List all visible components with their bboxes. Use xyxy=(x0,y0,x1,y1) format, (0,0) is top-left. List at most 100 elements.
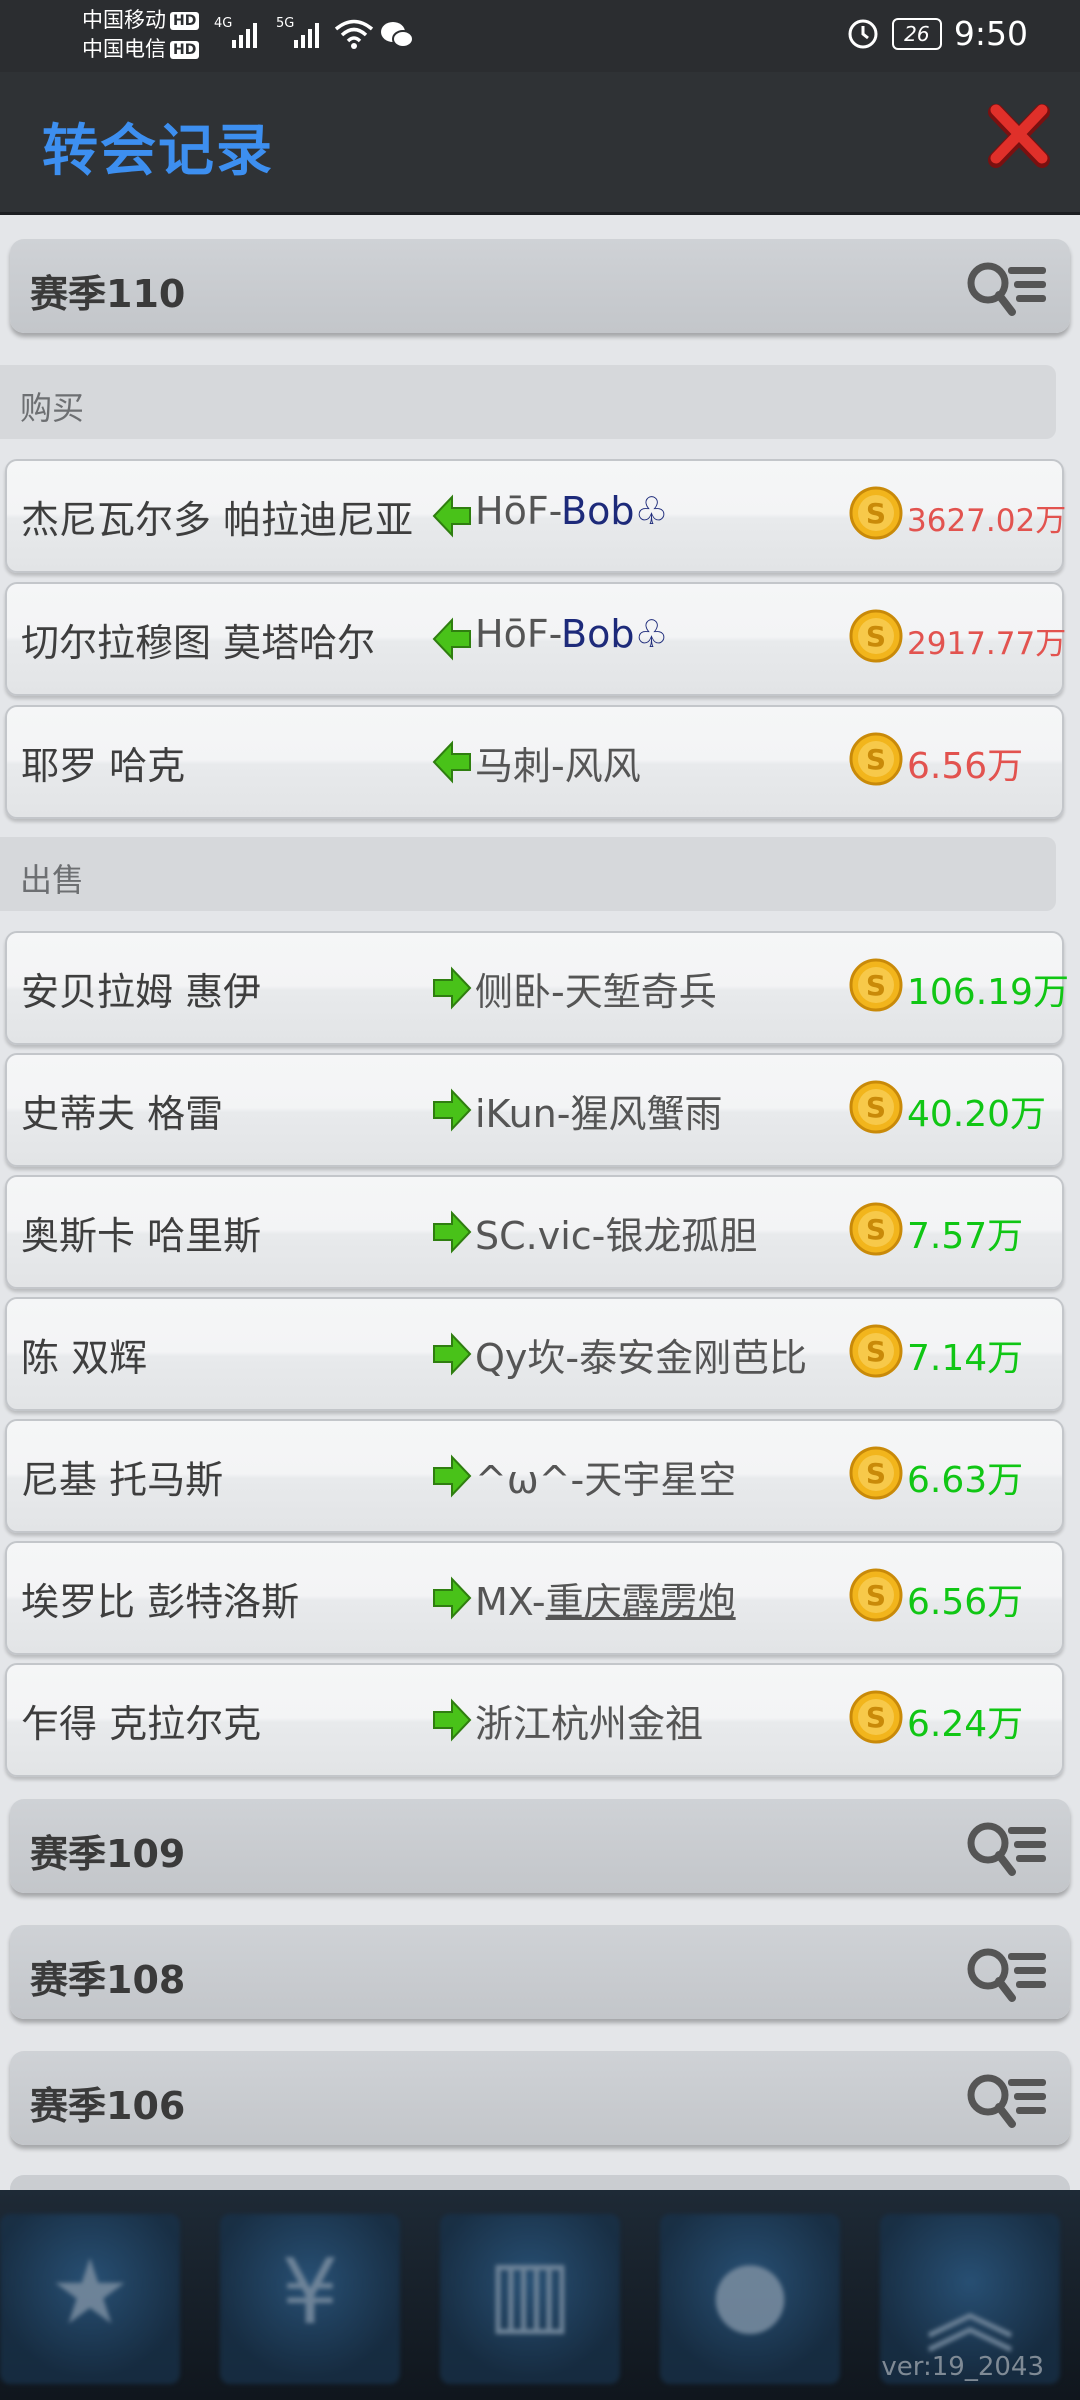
transfer-amount: 6.56万 xyxy=(907,1582,1024,1623)
transfer-row[interactable]: 耶罗 哈克 马刺-风风 S 6.56万 xyxy=(5,705,1064,819)
club-name: SC.vic-银龙孤胆 xyxy=(475,1214,758,1258)
svg-text:S: S xyxy=(866,620,886,653)
season-header-partial[interactable] xyxy=(10,2175,1070,2190)
club-name: Qy坎-泰安金刚芭比 xyxy=(475,1336,808,1380)
section-header-buy: 购买 xyxy=(0,365,1056,439)
wechat-icon xyxy=(381,22,414,48)
title-bar: 转会记录 xyxy=(0,72,1080,215)
transfer-row[interactable]: 切尔拉穆图 莫塔哈尔 HōF-Bob♧ S 2917.77万 xyxy=(5,582,1066,696)
transfer-row[interactable]: 埃罗比 彭特洛斯 MX-重庆霹雳炮 S 6.56万 xyxy=(5,1541,1064,1655)
transfer-row[interactable]: 奥斯卡 哈里斯 SC.vic-银龙孤胆 S 7.57万 xyxy=(5,1175,1064,1289)
coin-icon: S xyxy=(849,1324,903,1378)
arrow-right-icon xyxy=(433,1576,472,1620)
transfer-row[interactable]: 陈 双辉 Qy坎-泰安金刚芭比 S 7.14万 xyxy=(5,1297,1064,1411)
club-name: iKun-猩风蟹雨 xyxy=(475,1092,723,1136)
transfer-row[interactable]: 史蒂夫 格雷 iKun-猩风蟹雨 S 40.20万 xyxy=(5,1053,1064,1167)
player-name: 杰尼瓦尔多 帕拉迪尼亚 xyxy=(21,498,414,542)
chat-icon: ● xyxy=(710,2240,790,2345)
player-name: 耶罗 哈克 xyxy=(21,744,186,788)
nav-chat-button[interactable]: ● xyxy=(660,2214,840,2384)
season-label: 赛季109 xyxy=(30,1832,186,1876)
player-name: 埃罗比 彭特洛斯 xyxy=(21,1580,300,1624)
svg-text:S: S xyxy=(866,743,886,776)
search-list-icon[interactable] xyxy=(964,1943,1050,2005)
search-list-icon[interactable] xyxy=(964,1817,1050,1879)
svg-text:S: S xyxy=(866,1701,886,1734)
building-icon: ▥ xyxy=(487,2240,573,2345)
version-label: ver:19_2043 xyxy=(881,2352,1044,2382)
section-label: 购买 xyxy=(20,389,85,427)
season-header[interactable]: 赛季106 xyxy=(10,2051,1070,2145)
club-name: HōF-Bob♧ xyxy=(475,489,669,533)
nav-building-button[interactable]: ▥ xyxy=(440,2214,620,2384)
coin-icon: S xyxy=(849,486,903,540)
status-bar: 中国移动 HD 中国电信 HD 4G 5G 26 9:50 xyxy=(0,0,1080,72)
network-type-1: 4G xyxy=(214,16,233,31)
search-list-icon[interactable] xyxy=(964,257,1050,319)
network-type-2: 5G xyxy=(276,16,295,31)
yen-icon: ¥ xyxy=(281,2240,339,2345)
arrow-right-icon xyxy=(433,1210,472,1254)
hd-badge: HD xyxy=(170,41,200,59)
close-icon[interactable] xyxy=(986,98,1052,174)
season-header[interactable]: 赛季108 xyxy=(10,1925,1070,2019)
wifi-icon xyxy=(334,19,374,49)
player-name: 陈 双辉 xyxy=(21,1336,148,1380)
player-name: 切尔拉穆图 莫塔哈尔 xyxy=(21,621,376,665)
arrow-right-icon xyxy=(433,1698,472,1742)
transfer-amount: 6.24万 xyxy=(907,1704,1024,1745)
coin-icon: S xyxy=(849,609,903,663)
season-label: 赛季108 xyxy=(30,1958,186,2002)
transfer-amount: 106.19万 xyxy=(907,972,1069,1013)
coin-icon: S xyxy=(849,1446,903,1500)
hd-badge: HD xyxy=(170,12,200,30)
transfer-amount: 6.56万 xyxy=(907,746,1024,787)
svg-text:S: S xyxy=(866,1579,886,1612)
player-name: 奥斯卡 哈里斯 xyxy=(21,1214,262,1258)
coin-icon: S xyxy=(849,1690,903,1744)
transfer-row[interactable]: 杰尼瓦尔多 帕拉迪尼亚 HōF-Bob♧ S 3627.02万 xyxy=(5,459,1067,573)
svg-text:S: S xyxy=(866,1457,886,1490)
svg-text:S: S xyxy=(866,497,886,530)
bottom-nav: ★ ¥ ▥ ● ︽ ver:19_2043 xyxy=(0,2190,1080,2400)
battery-indicator: 26 xyxy=(891,17,942,50)
transfer-row[interactable]: 尼基 托马斯 ^ω^-天宇星空 S 6.63万 xyxy=(5,1419,1064,1533)
arrow-right-icon xyxy=(433,1332,472,1376)
carrier-2: 中国电信 xyxy=(82,37,166,61)
transfer-amount: 7.14万 xyxy=(907,1338,1024,1379)
coin-icon: S xyxy=(849,1080,903,1134)
alarm-icon xyxy=(848,19,878,48)
nav-finance-button[interactable]: ¥ xyxy=(220,2214,400,2384)
club-name: 浙江杭州金祖 xyxy=(475,1702,704,1746)
arrow-left-icon xyxy=(432,617,471,661)
club-name-link[interactable]: 重庆霹雳炮 xyxy=(546,1580,736,1624)
coin-icon: S xyxy=(849,1202,903,1256)
coin-icon: S xyxy=(849,958,903,1012)
nav-star-button[interactable]: ★ xyxy=(0,2214,180,2384)
section-label: 出售 xyxy=(20,861,85,899)
transfer-row[interactable]: 安贝拉姆 惠伊 侧卧-天堑奇兵 S 106.19万 xyxy=(5,931,1069,1045)
club-name: MX-重庆霹雳炮 xyxy=(475,1580,736,1624)
season-header[interactable]: 赛季109 xyxy=(10,1799,1070,1893)
transfer-row[interactable]: 乍得 克拉尔克 浙江杭州金祖 S 6.24万 xyxy=(5,1663,1064,1777)
club-name: 侧卧-天堑奇兵 xyxy=(475,970,717,1014)
coin-icon: S xyxy=(849,732,903,786)
section-header-sell: 出售 xyxy=(0,837,1056,911)
transfer-amount: 40.20万 xyxy=(907,1094,1047,1135)
season-header[interactable]: 赛季110 xyxy=(10,239,1070,333)
arrow-right-icon xyxy=(433,966,472,1010)
transfer-record-panel[interactable]: 赛季110 购买 杰尼瓦尔多 帕拉迪尼亚 HōF-Bob♧ S 3627.02万… xyxy=(0,215,1080,2190)
star-icon: ★ xyxy=(49,2240,131,2345)
carrier-1: 中国移动 xyxy=(82,8,166,32)
search-list-icon[interactable] xyxy=(964,2069,1050,2131)
svg-text:S: S xyxy=(866,1091,886,1124)
svg-text:S: S xyxy=(866,1213,886,1246)
status-right: 26 9:50 xyxy=(846,14,1028,53)
svg-text:S: S xyxy=(866,1335,886,1368)
signal-icon xyxy=(294,18,319,48)
season-label: 赛季110 xyxy=(30,272,186,316)
clock: 9:50 xyxy=(953,14,1028,53)
transfer-amount: 3627.02万 xyxy=(907,503,1067,539)
arrow-left-icon xyxy=(432,494,471,538)
signal-icon xyxy=(232,18,257,48)
